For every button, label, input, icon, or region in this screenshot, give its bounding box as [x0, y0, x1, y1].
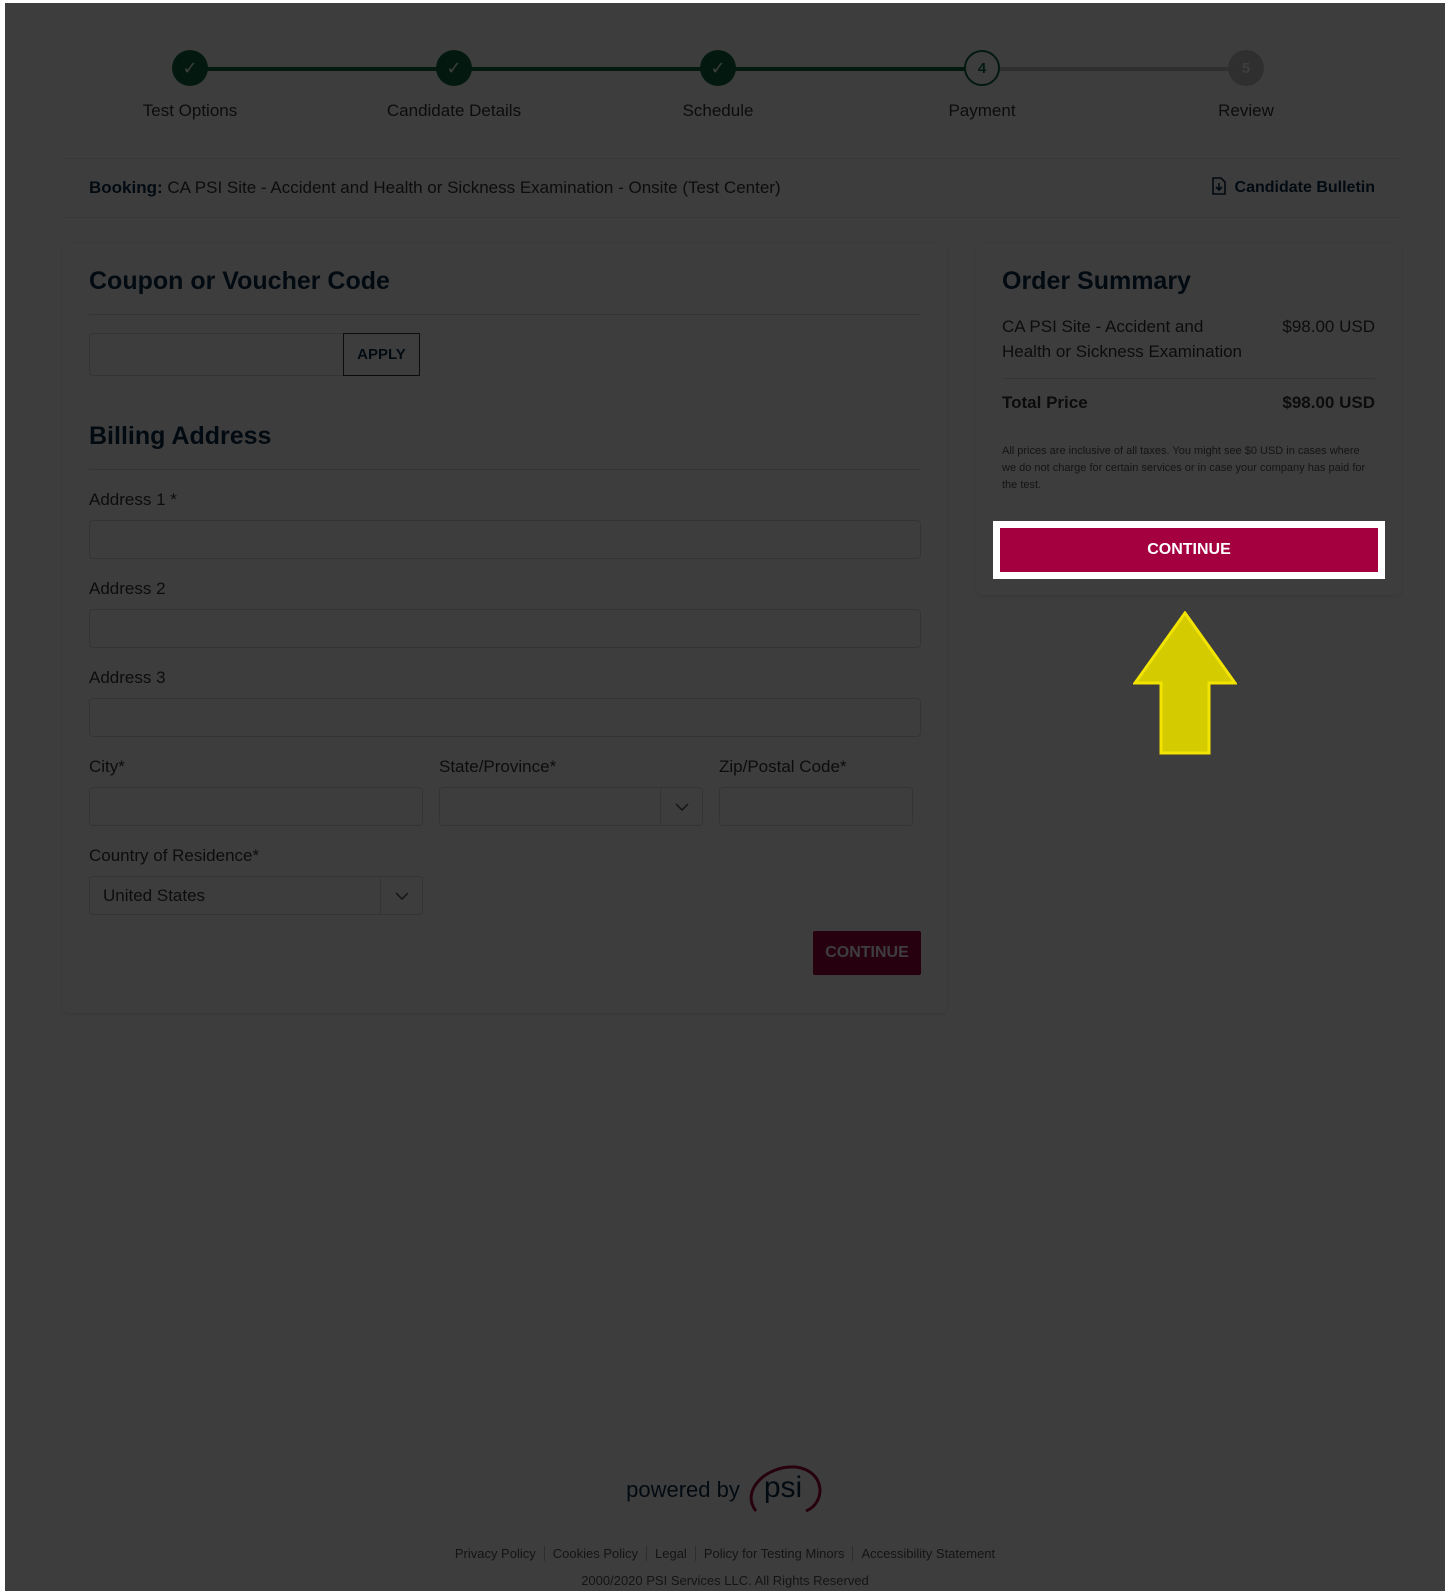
country-select-value: United States: [103, 885, 206, 905]
zip-label: Zip/Postal Code*: [719, 757, 847, 776]
step-label: Review: [1218, 101, 1274, 120]
total-value: $98.00 USD: [1282, 393, 1375, 412]
footer-link-cookies[interactable]: Cookies Policy: [545, 1546, 648, 1561]
step-schedule[interactable]: ✓ Schedule: [618, 48, 818, 121]
apply-button[interactable]: APPLY: [343, 333, 420, 376]
step-number: 5: [1228, 50, 1264, 86]
step-number: 4: [964, 50, 1000, 86]
step-label: Test Options: [142, 101, 238, 120]
coupon-section-title: Coupon or Voucher Code: [89, 243, 921, 315]
country-label: Country of Residence*: [89, 846, 260, 865]
step-label: Payment: [948, 101, 1016, 120]
page-content: ✓ Test Options ✓ Candidate Details ✓ Sch…: [5, 3, 1445, 1591]
price-note: All prices are inclusive of all taxes. Y…: [1002, 445, 1366, 491]
powered-by-text: powered by: [626, 1477, 740, 1502]
address3-input[interactable]: [89, 698, 921, 737]
progress-stepper: ✓ Test Options ✓ Candidate Details ✓ Sch…: [5, 48, 1445, 128]
order-item-price: $98.00 USD: [1282, 317, 1375, 336]
total-label: Total Price: [1002, 393, 1088, 412]
footer-link-legal[interactable]: Legal: [647, 1546, 696, 1561]
booking-info: Booking: CA PSI Site - Accident and Heal…: [89, 178, 781, 198]
order-item-name: CA PSI Site - Accident and Health or Sic…: [1002, 317, 1243, 361]
billing-section-title: Billing Address: [89, 398, 921, 470]
payment-form-card: Coupon or Voucher Code APPLY Billing Add…: [63, 243, 947, 1013]
candidate-bulletin-link[interactable]: Candidate Bulletin: [1211, 176, 1375, 200]
city-state-zip-row: City* State/Province* Zip/Postal Code*: [89, 737, 921, 826]
document-download-icon: [1211, 176, 1227, 200]
state-label: State/Province*: [439, 757, 557, 776]
footer-link-accessibility[interactable]: Accessibility Statement: [853, 1546, 1003, 1561]
psi-logo: psi: [746, 1463, 824, 1517]
footer-link-privacy[interactable]: Privacy Policy: [447, 1546, 545, 1561]
zip-input[interactable]: [719, 787, 913, 826]
step-candidate-details[interactable]: ✓ Candidate Details: [354, 48, 554, 121]
footer-link-minors[interactable]: Policy for Testing Minors: [696, 1546, 854, 1561]
order-total: Total Price $98.00 USD: [1002, 393, 1375, 413]
up-arrow-icon: [1132, 610, 1238, 760]
step-label: Candidate Details: [386, 101, 522, 120]
step-review: 5 Review: [1146, 48, 1346, 121]
step-test-options[interactable]: ✓ Test Options: [90, 48, 290, 121]
powered-by: powered by psi: [5, 1463, 1445, 1517]
booking-prefix: Booking:: [89, 178, 163, 197]
candidate-bulletin-label: Candidate Bulletin: [1234, 179, 1375, 196]
step-payment: 4 Payment: [882, 48, 1082, 121]
copyright: 2000/2020 PSI Services LLC. All Rights R…: [581, 1573, 869, 1588]
chevron-down-icon: [380, 877, 422, 914]
order-continue-button[interactable]: CONTINUE: [1000, 528, 1378, 572]
step-check-icon: ✓: [172, 50, 208, 86]
footer-links: Privacy Policy Cookies Policy Legal Poli…: [5, 1546, 1445, 1561]
address2-label: Address 2: [89, 579, 166, 598]
step-label: Schedule: [682, 101, 754, 120]
order-item: CA PSI Site - Accident and Health or Sic…: [1002, 314, 1375, 379]
country-select[interactable]: United States: [89, 876, 423, 915]
address3-label: Address 3: [89, 668, 166, 687]
order-summary-title: Order Summary: [1002, 267, 1191, 295]
coupon-row: APPLY: [89, 333, 921, 376]
payment-page: ✓ Test Options ✓ Candidate Details ✓ Sch…: [5, 3, 1445, 1591]
address1-label: Address 1 *: [89, 490, 177, 509]
booking-bar: Booking: CA PSI Site - Accident and Heal…: [63, 158, 1401, 218]
address2-input[interactable]: [89, 609, 921, 648]
coupon-input[interactable]: [89, 333, 343, 376]
city-input[interactable]: [89, 787, 423, 826]
step-check-icon: ✓: [436, 50, 472, 86]
highlight-frame: CONTINUE: [993, 521, 1385, 579]
chevron-down-icon: [660, 788, 702, 825]
state-select[interactable]: [439, 787, 703, 826]
booking-text: CA PSI Site - Accident and Health or Sic…: [167, 178, 781, 197]
step-check-icon: ✓: [700, 50, 736, 86]
address1-input[interactable]: [89, 520, 921, 559]
stepper-progress-line: [190, 67, 982, 71]
form-continue-button[interactable]: CONTINUE: [813, 931, 921, 975]
city-label: City*: [89, 757, 125, 776]
